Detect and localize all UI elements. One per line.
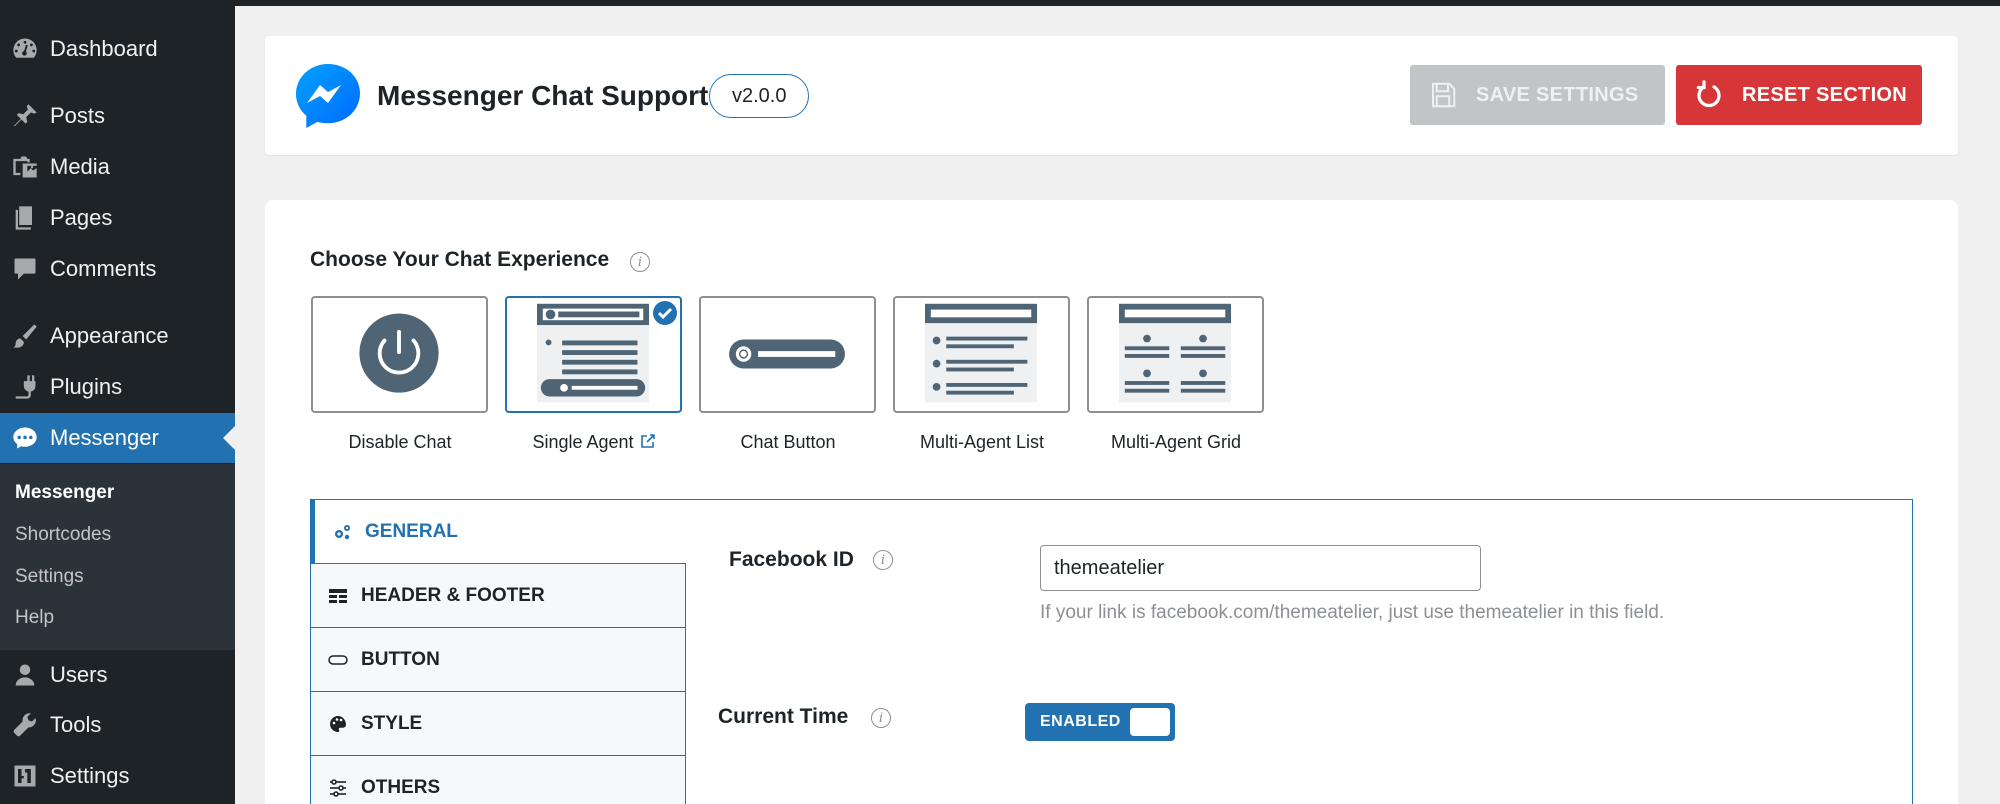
- dashboard-icon: [0, 35, 50, 63]
- sidebar-item-dashboard[interactable]: Dashboard: [0, 24, 235, 74]
- chat-button-preview-icon: [729, 339, 845, 369]
- submenu-item-messenger[interactable]: Messenger: [15, 482, 114, 504]
- sidebar-item-appearance[interactable]: Appearance: [0, 311, 235, 361]
- sidebar-item-label: Tools: [50, 712, 102, 737]
- save-settings-button[interactable]: SAVE SETTINGS: [1410, 65, 1665, 125]
- user-icon: [0, 661, 50, 689]
- tab-style[interactable]: STYLE: [311, 692, 686, 756]
- check-icon: [653, 301, 677, 325]
- facebook-id-help-text: If your link is facebook.com/themeatelie…: [1040, 602, 1665, 623]
- messenger-logo-icon: [293, 61, 363, 131]
- sidebar-item-tools[interactable]: Tools: [0, 700, 235, 750]
- current-time-label: Current Time: [718, 705, 849, 728]
- tab-label: BUTTON: [361, 648, 440, 670]
- power-icon: [359, 313, 439, 393]
- brush-icon: [0, 322, 50, 350]
- chat-experience-title: Choose Your Chat Experience: [310, 248, 610, 271]
- app-title: Messenger Chat Support: [377, 80, 709, 111]
- sidebar-item-label: Media: [50, 154, 110, 179]
- sidebar-item-label: Messenger: [50, 425, 159, 450]
- messenger-submenu: Messenger Shortcodes Settings Help: [0, 464, 235, 650]
- sidebar-item-label: Comments: [50, 256, 157, 281]
- media-icon: [0, 153, 50, 181]
- submenu-item-settings[interactable]: Settings: [15, 566, 84, 588]
- version-badge: v2.0.0: [709, 74, 810, 118]
- current-time-toggle[interactable]: ENABLED: [1025, 703, 1175, 741]
- settings-card: Choose Your Chat Experience i Disable Ch…: [265, 200, 1958, 804]
- toggle-knob: [1130, 708, 1170, 736]
- admin-top-bar: [235, 0, 2000, 6]
- info-icon[interactable]: i: [871, 708, 891, 728]
- sidebar-item-label: Users: [50, 662, 108, 687]
- pin-icon: [0, 102, 50, 130]
- sidebar-item-comments[interactable]: Comments: [0, 244, 235, 294]
- settings-icon: [0, 762, 50, 790]
- admin-sidebar: Dashboard Posts Media Pages Comments App…: [0, 0, 235, 804]
- tab-header-footer[interactable]: HEADER & FOOTER: [311, 564, 686, 628]
- facebook-id-label: Facebook ID: [729, 548, 854, 571]
- sidebar-item-label: Pages: [50, 205, 113, 230]
- sidebar-item-media[interactable]: Media: [0, 142, 235, 192]
- option-single-agent[interactable]: [505, 296, 682, 413]
- multi-agent-list-preview-icon: [925, 303, 1038, 403]
- reset-section-button[interactable]: RESET SECTION: [1676, 65, 1922, 125]
- toggle-label: ENABLED: [1040, 713, 1121, 730]
- option-label: Multi-Agent List: [919, 432, 1045, 452]
- sidebar-item-label: Settings: [50, 763, 130, 788]
- sidebar-item-users[interactable]: Users: [0, 650, 235, 700]
- tab-others[interactable]: OTHERS: [311, 756, 686, 804]
- tab-label: HEADER & FOOTER: [361, 584, 545, 606]
- info-icon[interactable]: i: [630, 252, 650, 272]
- submenu-item-shortcodes[interactable]: Shortcodes: [15, 524, 111, 546]
- wrench-icon: [0, 711, 50, 739]
- pages-icon: [0, 204, 50, 232]
- submenu-item-help[interactable]: Help: [15, 607, 54, 629]
- sidebar-item-pages[interactable]: Pages: [0, 193, 235, 243]
- palette-icon: [327, 713, 349, 735]
- option-multi-agent-grid[interactable]: [1087, 296, 1264, 413]
- sidebar-item-plugins[interactable]: Plugins: [0, 362, 235, 412]
- option-label: Disable Chat: [348, 432, 452, 452]
- tab-button[interactable]: BUTTON: [311, 628, 686, 692]
- sidebar-item-label: Posts: [50, 103, 106, 128]
- info-icon[interactable]: i: [873, 550, 893, 570]
- active-indicator-arrow: [223, 426, 235, 450]
- pill-icon: [327, 649, 349, 671]
- tab-label: GENERAL: [365, 520, 458, 542]
- option-label: Chat Button: [740, 432, 836, 452]
- reset-section-label: RESET SECTION: [1742, 83, 1908, 106]
- external-link-icon[interactable]: [640, 433, 656, 449]
- reset-icon: [1696, 80, 1721, 108]
- messenger-icon: [0, 424, 50, 452]
- plugin-icon: [0, 373, 50, 401]
- layout-icon: [327, 585, 349, 607]
- tab-label: STYLE: [361, 712, 423, 734]
- facebook-id-input[interactable]: [1040, 545, 1481, 591]
- option-label: Multi-Agent Grid: [1110, 432, 1242, 452]
- sidebar-item-settings[interactable]: Settings: [0, 751, 235, 801]
- sidebar-item-label: Dashboard: [50, 36, 158, 61]
- tab-label: OTHERS: [361, 776, 441, 798]
- plugin-header: Messenger Chat Support v2.0.0 SAVE SETTI…: [265, 36, 1958, 155]
- settings-panel: GENERAL HEADER & FOOTER BUTTON STYLE OTH…: [310, 499, 1913, 804]
- floppy-disk-icon: [1432, 82, 1456, 108]
- option-label-single-agent: Single Agent: [499, 432, 689, 453]
- sliders-icon: [327, 777, 349, 799]
- option-chat-button[interactable]: [699, 296, 876, 413]
- multi-agent-grid-preview-icon: [1119, 303, 1232, 403]
- comment-icon: [0, 255, 50, 283]
- sidebar-item-posts[interactable]: Posts: [0, 91, 235, 141]
- sidebar-item-label: Appearance: [50, 323, 169, 348]
- option-label: Single Agent: [532, 432, 634, 452]
- gears-icon: [331, 521, 353, 543]
- option-multi-agent-list[interactable]: [893, 296, 1070, 413]
- option-disable-chat[interactable]: [311, 296, 488, 413]
- tab-general[interactable]: GENERAL: [311, 500, 686, 564]
- sidebar-item-label: Plugins: [50, 374, 123, 399]
- sidebar-item-messenger[interactable]: Messenger: [0, 413, 235, 463]
- save-settings-label: SAVE SETTINGS: [1476, 83, 1639, 106]
